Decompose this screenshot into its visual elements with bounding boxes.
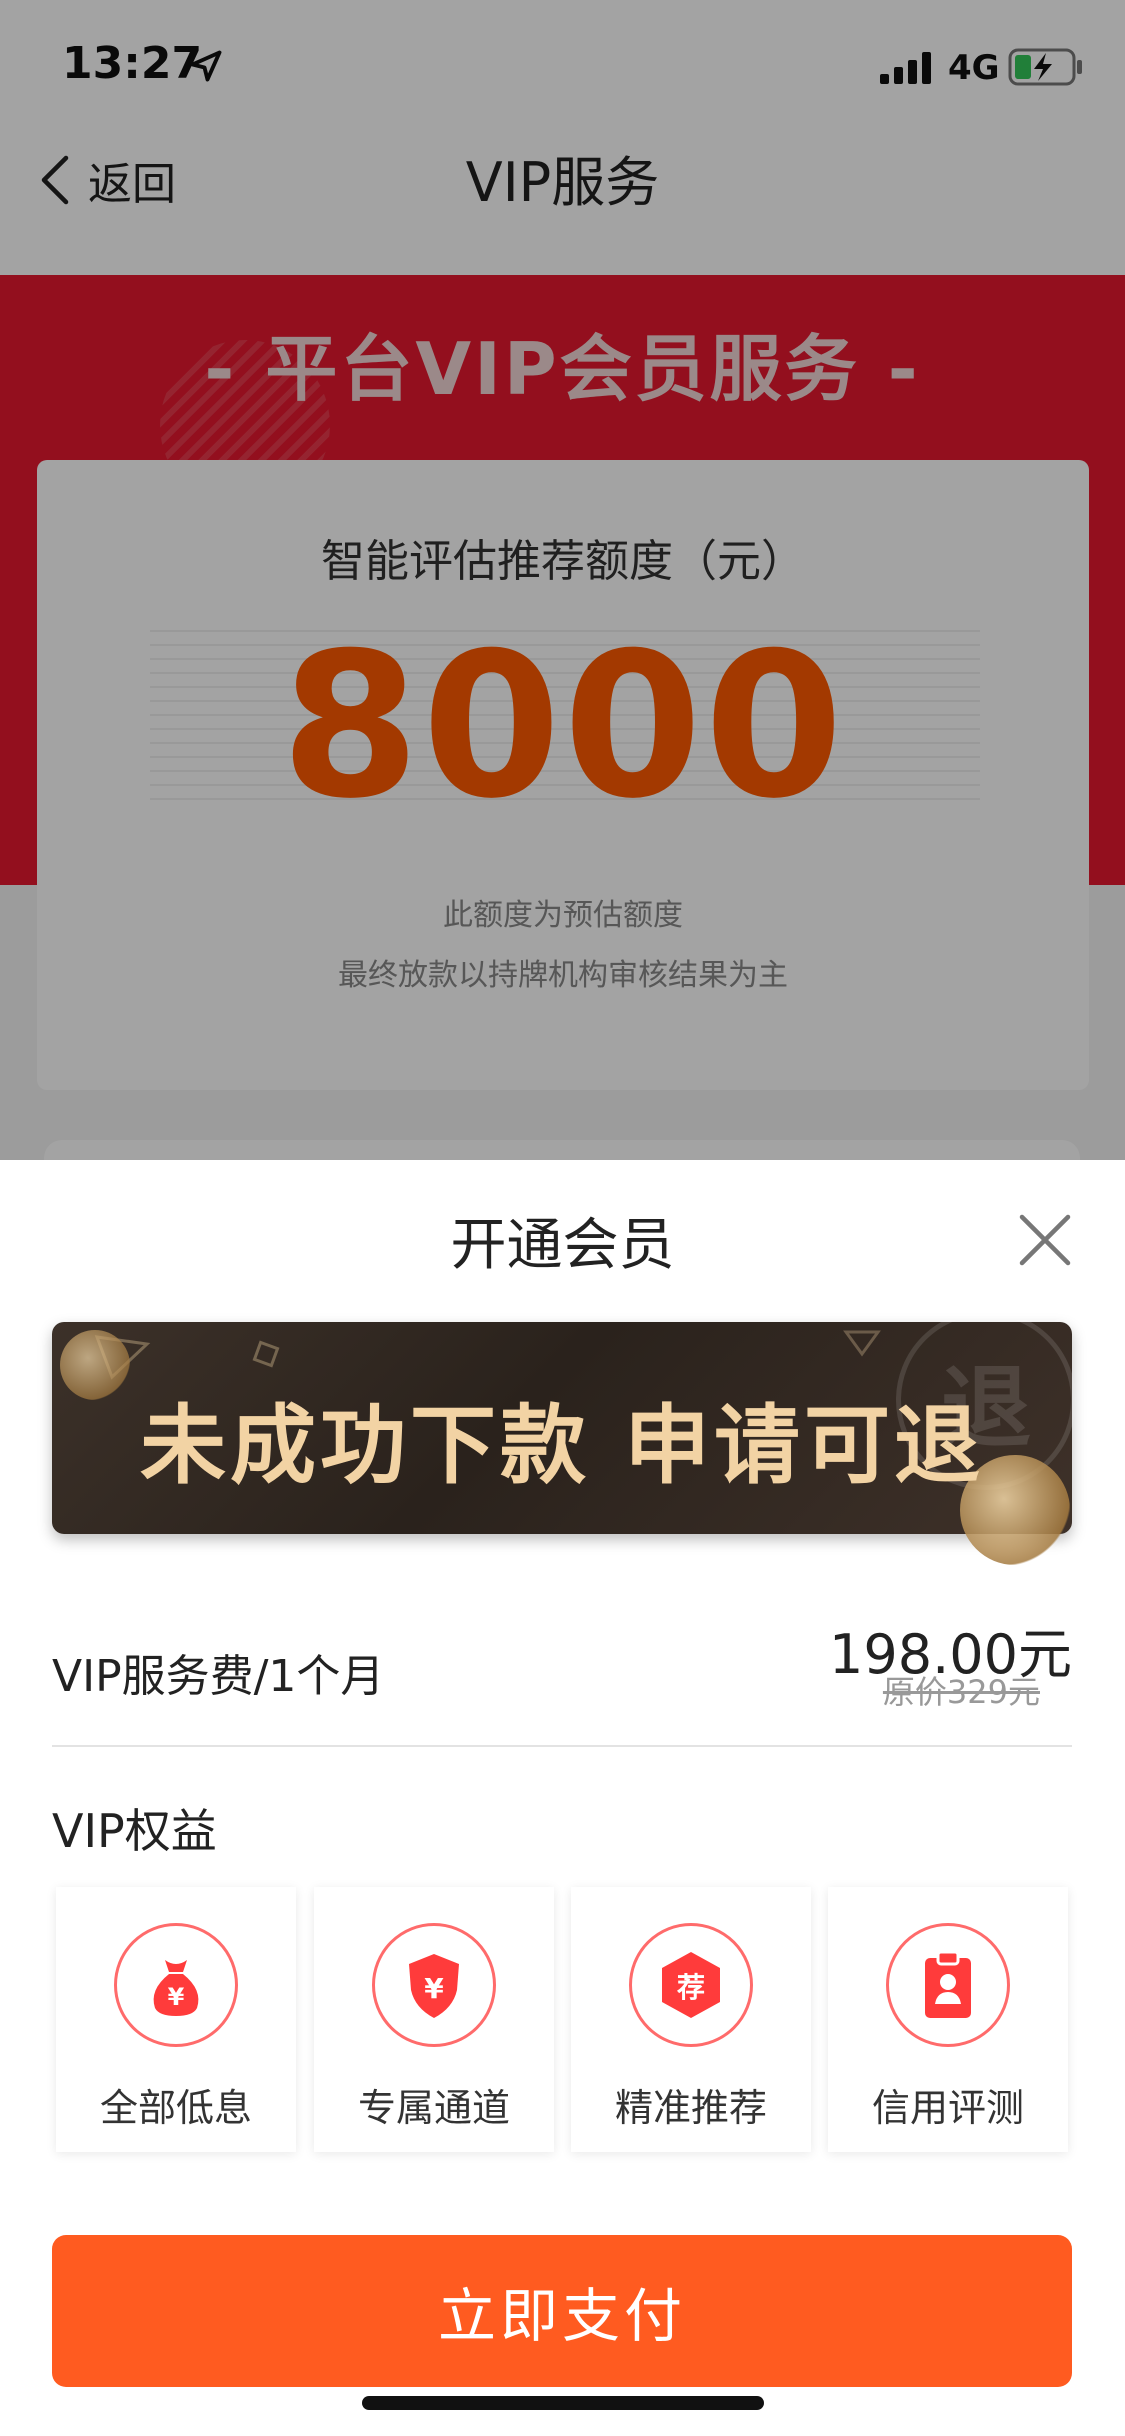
benefit-card-credit-check: 信用评测 — [828, 1887, 1068, 2152]
shield-yen-icon: ¥ — [372, 1923, 496, 2047]
square-decoration — [252, 1340, 280, 1368]
refund-banner-text: 未成功下款 申请可退 — [140, 1396, 984, 1496]
fee-label: VIP服务费/1个月 — [52, 1651, 385, 1702]
close-icon[interactable] — [1010, 1205, 1080, 1275]
svg-text:¥: ¥ — [424, 1972, 444, 2005]
recommend-badge-icon: 荐 — [629, 1923, 753, 2047]
benefits-title: VIP权益 — [52, 1804, 217, 1858]
clipboard-user-icon — [886, 1923, 1010, 2047]
benefit-card-precise-recommend: 荐 精准推荐 — [571, 1887, 811, 2152]
benefit-label: 信用评测 — [871, 2086, 1024, 2130]
divider — [52, 1745, 1072, 1747]
benefit-label: 全部低息 — [99, 2086, 252, 2130]
benefit-label: 专属通道 — [357, 2086, 510, 2130]
svg-text:¥: ¥ — [168, 1983, 185, 2011]
triangle-decoration — [843, 1330, 881, 1357]
fee-original-price: 原价329元 — [882, 1673, 1040, 1711]
pay-now-button[interactable]: 立即支付 — [52, 2235, 1072, 2387]
benefit-label: 精准推荐 — [614, 2086, 767, 2130]
home-indicator[interactable] — [362, 2396, 764, 2410]
benefit-card-low-interest: ¥ 全部低息 — [56, 1887, 296, 2152]
sheet-title: 开通会员 — [450, 1213, 675, 1278]
benefit-card-exclusive-channel: ¥ 专属通道 — [314, 1887, 554, 2152]
money-bag-icon: ¥ — [114, 1923, 238, 2047]
modal-backdrop[interactable] — [0, 0, 1125, 1160]
recommend-glyph: 荐 — [677, 1971, 705, 2004]
